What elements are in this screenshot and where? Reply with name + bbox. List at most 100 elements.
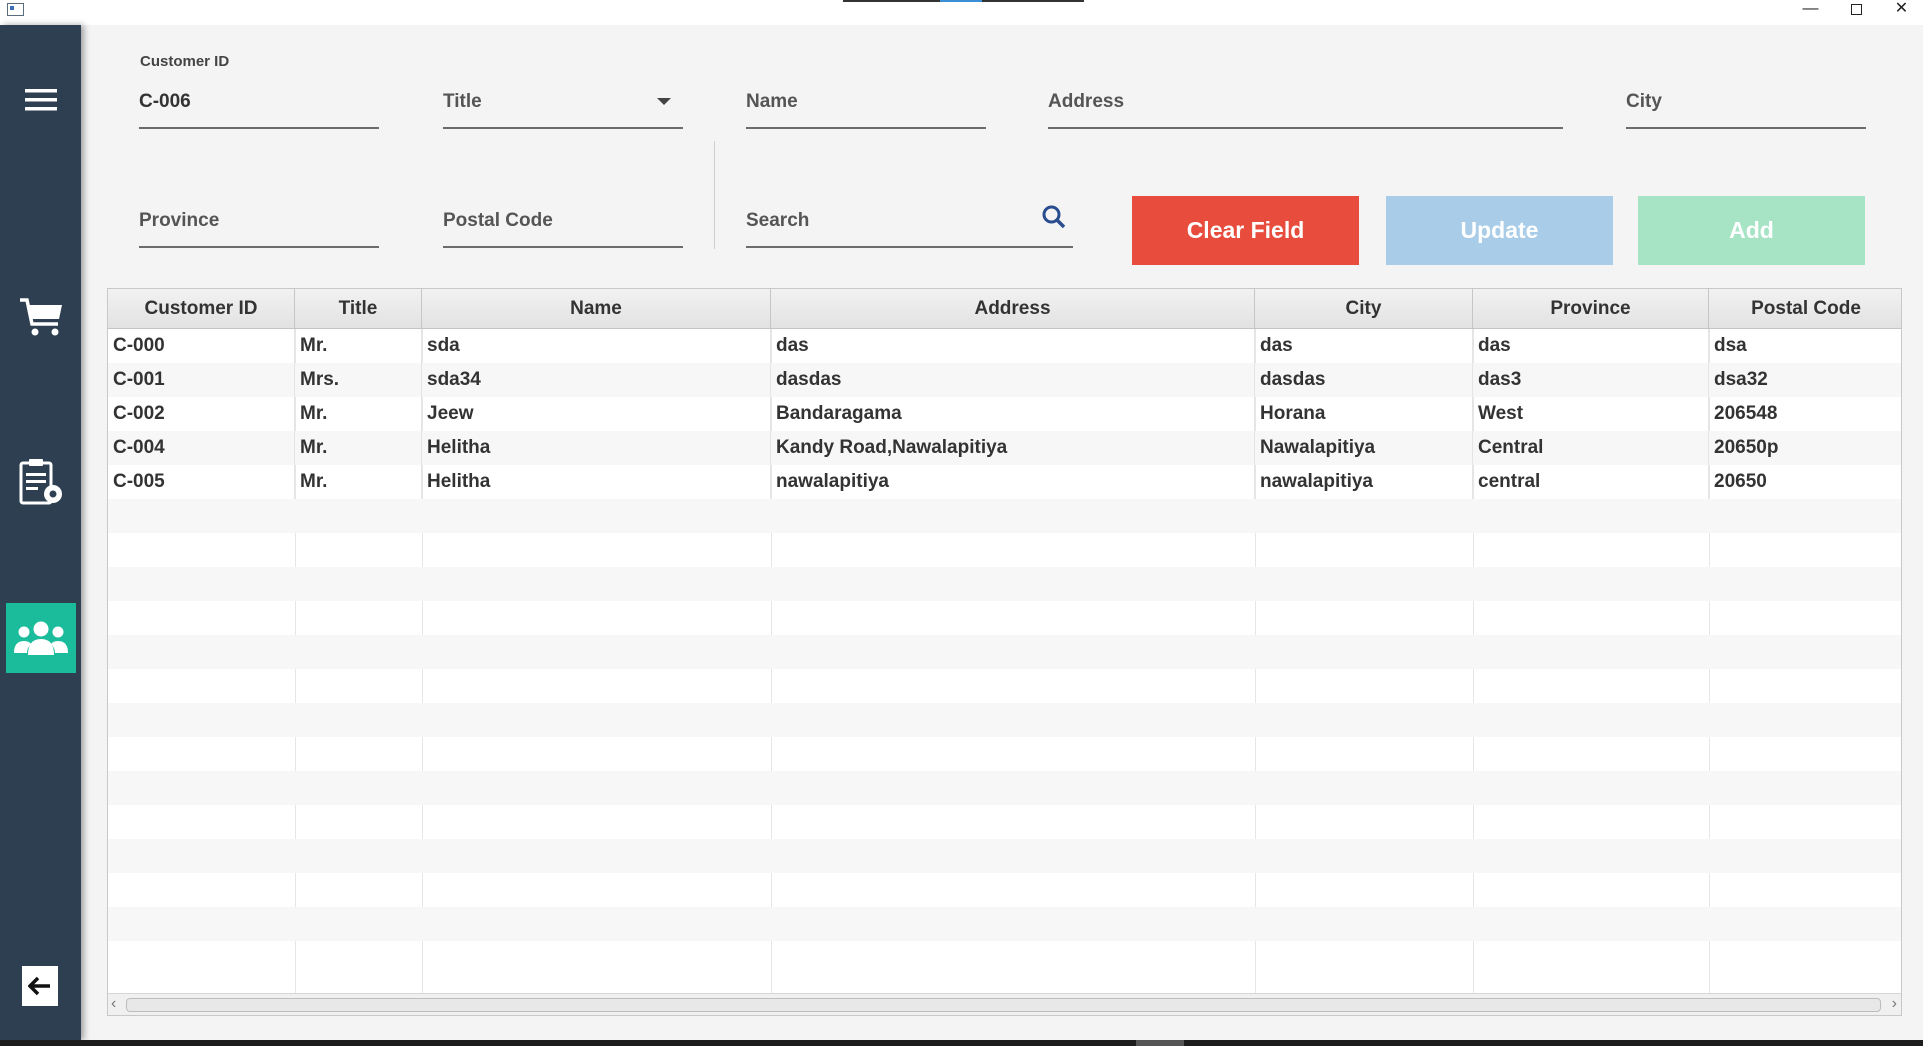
postal-code-field[interactable]: Postal Code bbox=[443, 199, 683, 248]
cell-province: West bbox=[1473, 397, 1709, 431]
cell-title: Mr. bbox=[295, 329, 422, 363]
cell-customer-id: C-000 bbox=[108, 329, 295, 363]
table-row-empty[interactable] bbox=[108, 635, 1901, 669]
cell-city: das bbox=[1255, 329, 1473, 363]
cell-address: Kandy Road,Nawalapitiya bbox=[771, 431, 1255, 465]
city-field[interactable]: City bbox=[1626, 80, 1866, 129]
table-row[interactable]: C-005 Mr. Helitha nawalapitiya nawalapitiya c… bbox=[108, 465, 1901, 499]
back-button[interactable] bbox=[22, 966, 58, 1006]
customer-id-label: Customer ID bbox=[140, 53, 230, 70]
customer-table[interactable]: Customer ID Title Name Address City Prov… bbox=[107, 288, 1902, 1016]
form-divider bbox=[714, 141, 715, 249]
cell-postal-code: dsa bbox=[1709, 329, 1901, 363]
table-header: Customer ID Title Name Address City Prov… bbox=[108, 289, 1901, 329]
scrollbar-thumb[interactable] bbox=[126, 998, 1881, 1012]
scroll-left-icon[interactable]: ‹ bbox=[111, 995, 116, 1013]
table-row-empty[interactable] bbox=[108, 533, 1901, 567]
cell-postal-code: 20650 bbox=[1709, 465, 1901, 499]
cell-province: Central bbox=[1473, 431, 1709, 465]
cell-city: dasdas bbox=[1255, 363, 1473, 397]
window-titlebar: — ✕ bbox=[0, 0, 1923, 25]
taskbar bbox=[0, 1040, 1923, 1046]
sidebar bbox=[0, 25, 81, 1040]
province-placeholder: Province bbox=[139, 210, 220, 231]
chevron-down-icon bbox=[657, 98, 671, 105]
scroll-right-icon[interactable]: › bbox=[1892, 995, 1897, 1013]
table-row-empty[interactable] bbox=[108, 601, 1901, 635]
column-header-customer-id[interactable]: Customer ID bbox=[108, 289, 295, 329]
cell-province: das3 bbox=[1473, 363, 1709, 397]
cell-address: Bandaragama bbox=[771, 397, 1255, 431]
cell-name: Helitha bbox=[422, 465, 771, 499]
table-row[interactable]: C-001 Mrs. sda34 dasdas dasdas das3 dsa32 bbox=[108, 363, 1901, 397]
table-row[interactable]: C-002 Mr. Jeew Bandaragama Horana West 206548 bbox=[108, 397, 1901, 431]
cell-postal-code: 20650p bbox=[1709, 431, 1901, 465]
app-icon bbox=[7, 3, 24, 16]
column-header-name[interactable]: Name bbox=[422, 289, 771, 329]
table-row-empty[interactable] bbox=[108, 771, 1901, 805]
search-icon[interactable] bbox=[1041, 204, 1067, 230]
sidebar-item-orders[interactable] bbox=[6, 282, 76, 352]
column-header-postal-code[interactable]: Postal Code bbox=[1709, 289, 1901, 329]
update-button[interactable]: Update bbox=[1386, 196, 1613, 265]
city-placeholder: City bbox=[1626, 91, 1662, 112]
cell-title: Mr. bbox=[295, 397, 422, 431]
column-header-address[interactable]: Address bbox=[771, 289, 1255, 329]
column-header-province[interactable]: Province bbox=[1473, 289, 1709, 329]
cell-customer-id: C-005 bbox=[108, 465, 295, 499]
table-row-empty[interactable] bbox=[108, 873, 1901, 907]
hamburger-icon bbox=[25, 89, 57, 111]
name-field[interactable]: Name bbox=[746, 80, 986, 129]
horizontal-scrollbar[interactable]: ‹ › bbox=[108, 993, 1901, 1015]
cell-city: Horana bbox=[1255, 397, 1473, 431]
table-row-empty[interactable] bbox=[108, 737, 1901, 771]
cell-address: das bbox=[771, 329, 1255, 363]
clear-field-button[interactable]: Clear Field bbox=[1132, 196, 1359, 265]
column-header-city[interactable]: City bbox=[1255, 289, 1473, 329]
sidebar-item-menu[interactable] bbox=[6, 65, 76, 135]
customer-id-field[interactable]: C-006 bbox=[139, 80, 379, 129]
cell-title: Mr. bbox=[295, 465, 422, 499]
title-dropdown[interactable]: Title bbox=[443, 80, 683, 129]
table-row-empty[interactable] bbox=[108, 805, 1901, 839]
cell-address: dasdas bbox=[771, 363, 1255, 397]
cell-city: nawalapitiya bbox=[1255, 465, 1473, 499]
table-row-empty[interactable] bbox=[108, 839, 1901, 873]
cell-name: sda34 bbox=[422, 363, 771, 397]
table-row-empty[interactable] bbox=[108, 941, 1901, 975]
title-progress bbox=[843, 0, 1084, 2]
cell-postal-code: 206548 bbox=[1709, 397, 1901, 431]
search-input[interactable]: Search bbox=[746, 199, 1073, 248]
cell-postal-code: dsa32 bbox=[1709, 363, 1901, 397]
address-placeholder: Address bbox=[1048, 91, 1125, 112]
cell-name: sda bbox=[422, 329, 771, 363]
maximize-icon[interactable] bbox=[1834, 0, 1879, 20]
address-field[interactable]: Address bbox=[1048, 80, 1563, 129]
cell-city: Nawalapitiya bbox=[1255, 431, 1473, 465]
table-row[interactable]: C-000 Mr. sda das das das dsa bbox=[108, 329, 1901, 363]
add-button[interactable]: Add bbox=[1638, 196, 1865, 265]
cell-customer-id: C-001 bbox=[108, 363, 295, 397]
customer-id-value: C-006 bbox=[139, 91, 191, 112]
cart-icon bbox=[20, 298, 62, 336]
cell-name: Helitha bbox=[422, 431, 771, 465]
table-row-empty[interactable] bbox=[108, 567, 1901, 601]
table-row-empty[interactable] bbox=[108, 907, 1901, 941]
clipboard-gear-icon bbox=[19, 459, 62, 505]
search-placeholder: Search bbox=[746, 210, 810, 231]
users-icon bbox=[14, 621, 68, 655]
table-row-empty[interactable] bbox=[108, 499, 1901, 533]
minimize-icon[interactable]: — bbox=[1788, 0, 1833, 20]
table-row[interactable]: C-004 Mr. Helitha Kandy Road,Nawalapitiya Na… bbox=[108, 431, 1901, 465]
sidebar-item-manage[interactable] bbox=[6, 448, 76, 518]
cell-customer-id: C-004 bbox=[108, 431, 295, 465]
cell-title: Mr. bbox=[295, 431, 422, 465]
cell-province: central bbox=[1473, 465, 1709, 499]
close-icon[interactable]: ✕ bbox=[1879, 0, 1923, 20]
table-row-empty[interactable] bbox=[108, 669, 1901, 703]
column-header-title[interactable]: Title bbox=[295, 289, 422, 329]
sidebar-item-customers[interactable] bbox=[6, 603, 76, 673]
table-row-empty[interactable] bbox=[108, 703, 1901, 737]
province-field[interactable]: Province bbox=[139, 199, 379, 248]
cell-customer-id: C-002 bbox=[108, 397, 295, 431]
